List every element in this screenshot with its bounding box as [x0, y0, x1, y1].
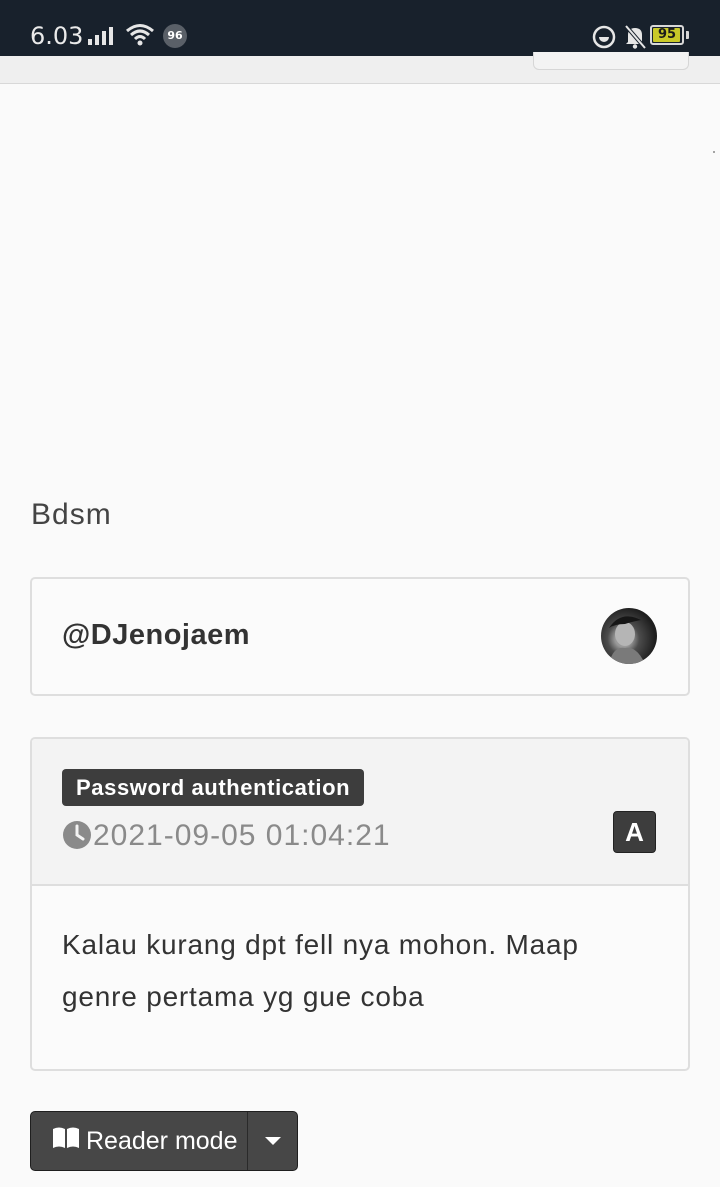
- avatar[interactable]: [601, 608, 657, 664]
- caret-down-icon: [265, 1137, 281, 1145]
- post-body: Kalau kurang dpt fell nya mohon. Maap ge…: [62, 929, 579, 1012]
- notification-count-badge: 96: [163, 24, 187, 48]
- battery-percent: 95: [657, 27, 677, 42]
- auth-badge: Password authentication: [62, 769, 365, 806]
- reader-mode-label: Reader mode: [86, 1126, 238, 1155]
- wifi-icon: [125, 23, 155, 52]
- battery-icon: 95: [650, 25, 684, 45]
- reader-mode-dropdown-toggle[interactable]: [248, 1112, 297, 1170]
- scroll-indicator: [713, 151, 715, 153]
- post-header: Password authentication 2021-09-05 01:04…: [32, 739, 688, 886]
- status-time: 6.03: [30, 22, 84, 50]
- bell-muted-icon: [623, 24, 647, 55]
- status-bar: 6.03 96 95: [0, 0, 720, 56]
- reader-mode-button-group: Reader mode: [30, 1111, 298, 1171]
- author-username[interactable]: @DJenojaem: [62, 619, 250, 652]
- battery-tip: [686, 31, 689, 39]
- book-icon: [52, 1126, 80, 1157]
- toolbar-button[interactable]: [533, 52, 689, 70]
- font-size-button[interactable]: A: [613, 811, 656, 853]
- post-timestamp: 2021-09-05 01:04:21: [93, 819, 391, 852]
- signal-icon: [88, 26, 116, 51]
- clock-icon: [62, 820, 92, 855]
- do-not-disturb-icon: [591, 24, 617, 55]
- author-card[interactable]: @DJenojaem: [30, 577, 690, 696]
- story-title: Bdsm: [31, 498, 112, 531]
- reader-mode-button[interactable]: Reader mode: [31, 1112, 248, 1170]
- top-toolbar: [0, 52, 720, 84]
- post-card: Password authentication 2021-09-05 01:04…: [30, 737, 690, 1071]
